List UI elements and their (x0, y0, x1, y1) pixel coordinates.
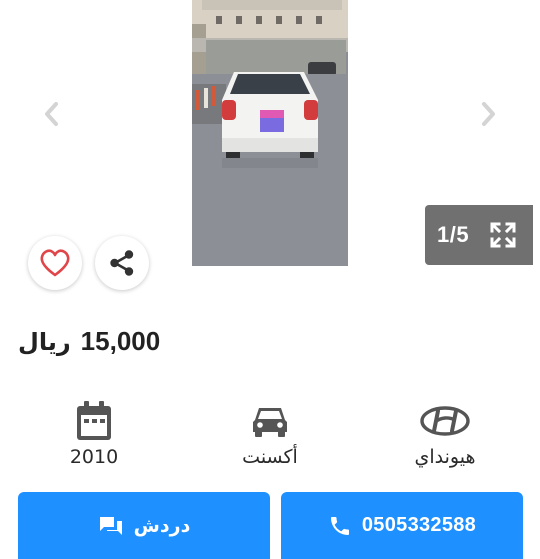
chevron-right-icon (482, 102, 495, 126)
phone-icon (330, 516, 349, 535)
spec-model: أكسنت (205, 398, 335, 478)
chat-button-label: دردش (133, 514, 191, 537)
spec-year-label: 2010 (69, 446, 119, 468)
chat-button[interactable]: دردش (18, 492, 270, 559)
call-button[interactable]: 0505332588 (281, 492, 523, 559)
price-currency: ريال (18, 328, 71, 356)
spec-make-label: هيونداي (414, 446, 476, 468)
next-image-button[interactable] (474, 96, 504, 132)
favorite-button[interactable] (28, 236, 82, 290)
phone-number: 0505332588 (361, 514, 477, 536)
previous-image-button[interactable] (36, 96, 66, 132)
calendar-icon (77, 401, 111, 440)
car-photo-image (192, 0, 348, 266)
fullscreen-icon[interactable] (489, 221, 517, 249)
spec-year: 2010 (29, 398, 159, 478)
car-icon (253, 408, 287, 437)
car-photo[interactable] (192, 0, 348, 266)
hyundai-logo (420, 406, 470, 436)
share-icon (110, 250, 134, 276)
heart-icon (40, 249, 70, 277)
share-button[interactable] (95, 236, 149, 290)
price: ريال 15,000 (18, 326, 160, 370)
image-counter[interactable]: 1/5 (425, 205, 533, 265)
spec-make: هيونداي (380, 398, 510, 478)
price-amount: 15,000 (80, 326, 161, 356)
chevron-left-icon (45, 102, 58, 126)
spec-model-label: أكسنت (242, 446, 298, 468)
chat-icon (99, 516, 122, 535)
image-counter-text: 1/5 (437, 222, 470, 247)
